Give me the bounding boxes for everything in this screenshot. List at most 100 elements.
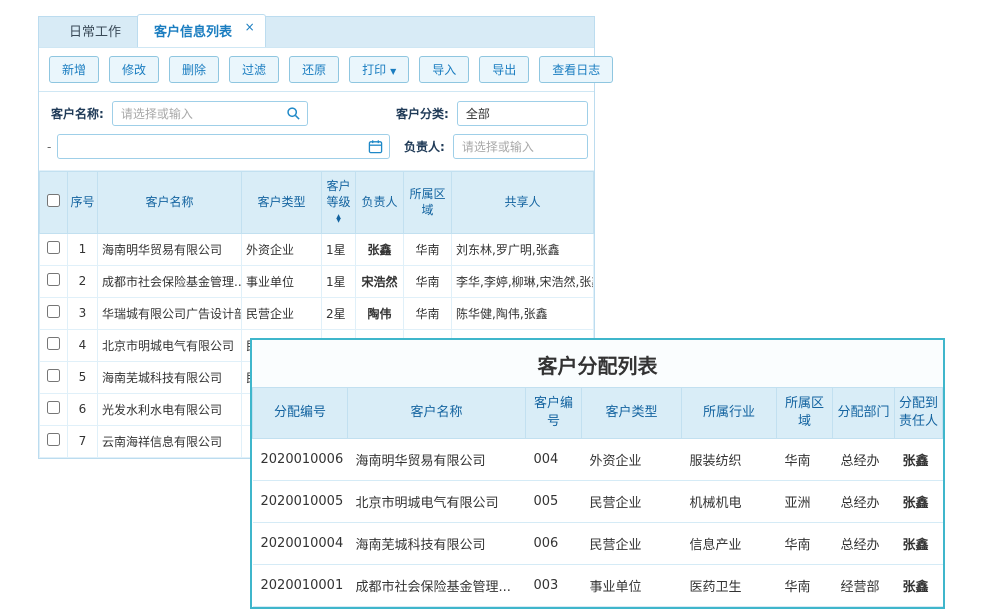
header-region: 所属区域 [777, 388, 833, 439]
customer-no-cell: 003 [526, 565, 582, 607]
print-button[interactable]: 打印▼ [349, 56, 409, 83]
region-cell: 华南 [404, 297, 452, 329]
assignee-link[interactable]: 张鑫 [895, 481, 943, 523]
industry-cell: 服装纺织 [682, 439, 777, 481]
row-number: 7 [68, 425, 98, 457]
edit-button[interactable]: 修改 [109, 56, 159, 83]
assignee-link[interactable]: 张鑫 [895, 439, 943, 481]
tab-label: 客户信息列表 [154, 25, 232, 40]
export-button[interactable]: 导出 [479, 56, 529, 83]
customer-no-cell: 005 [526, 481, 582, 523]
row-checkbox[interactable] [47, 369, 60, 382]
view-log-button[interactable]: 查看日志 [539, 56, 613, 83]
alloc-no-link[interactable]: 2020010005 [253, 481, 348, 523]
region-cell: 华南 [777, 439, 833, 481]
header-customer-type: 客户类型 [582, 388, 682, 439]
row-checkbox[interactable] [47, 401, 60, 414]
allocation-panel-title: 客户分配列表 [252, 340, 943, 387]
print-button-label: 打印 [362, 63, 386, 77]
customer-name-link[interactable]: 北京市明城电气有限公司 [98, 329, 242, 361]
restore-button[interactable]: 还原 [289, 56, 339, 83]
assignee-link[interactable]: 张鑫 [895, 523, 943, 565]
sort-icon[interactable]: ▲▼ [336, 215, 341, 223]
customer-name-link[interactable]: 云南海祥信息有限公司 [98, 425, 242, 457]
owner-link[interactable]: 宋浩然 [356, 265, 404, 297]
import-button[interactable]: 导入 [419, 56, 469, 83]
tab-daily-work[interactable]: 日常工作 [53, 15, 137, 47]
region-cell: 华南 [404, 265, 452, 297]
date-range-separator: - [47, 140, 51, 154]
customer-no-cell: 006 [526, 523, 582, 565]
filter-button[interactable]: 过滤 [229, 56, 279, 83]
assignee-link[interactable]: 张鑫 [895, 565, 943, 607]
customer-name-label: 客户名称: [51, 105, 104, 122]
customer-name-input[interactable] [112, 101, 308, 126]
row-checkbox[interactable] [47, 273, 60, 286]
table-row: 1 海南明华贸易有限公司 外资企业 1星 张鑫 华南 刘东林,罗广明,张鑫 [40, 233, 594, 265]
owner-link[interactable]: 陶伟 [356, 297, 404, 329]
header-customer-level-label: 客户等级 [326, 179, 350, 209]
calendar-icon[interactable] [368, 139, 383, 154]
filter-area: 客户名称: 客户分类: - [39, 92, 594, 171]
customer-type-cell: 民营企业 [242, 297, 322, 329]
header-industry: 所属行业 [682, 388, 777, 439]
tab-bar: 日常工作 客户信息列表 × [39, 17, 594, 48]
header-customer-type: 客户类型 [242, 172, 322, 234]
row-number: 6 [68, 393, 98, 425]
table-row: 2020010001 成都市社会保险基金管理... 003 事业单位 医药卫生 … [253, 565, 943, 607]
region-cell: 亚洲 [777, 481, 833, 523]
customer-name-link[interactable]: 北京市明城电气有限公司 [348, 481, 526, 523]
alloc-no-link[interactable]: 2020010001 [253, 565, 348, 607]
search-icon[interactable] [286, 106, 301, 121]
customer-type-cell: 民营企业 [582, 481, 682, 523]
header-customer-level: 客户等级 ▲▼ [322, 172, 356, 234]
owner-input[interactable] [453, 134, 588, 159]
customer-name-link[interactable]: 成都市社会保险基金管理... [348, 565, 526, 607]
row-checkbox[interactable] [47, 337, 60, 350]
header-select-all [40, 172, 68, 234]
header-dept: 分配部门 [833, 388, 895, 439]
alloc-no-link[interactable]: 2020010006 [253, 439, 348, 481]
tab-customer-info-list[interactable]: 客户信息列表 × [137, 14, 266, 47]
delete-button[interactable]: 删除 [169, 56, 219, 83]
header-assignee: 分配到责任人 [895, 388, 943, 439]
industry-cell: 机械机电 [682, 481, 777, 523]
customer-name-link[interactable]: 光发水利水电有限公司 [98, 393, 242, 425]
customer-name-link[interactable]: 海南芜城科技有限公司 [98, 361, 242, 393]
header-alloc-no: 分配编号 [253, 388, 348, 439]
row-number: 4 [68, 329, 98, 361]
owner-link[interactable]: 张鑫 [356, 233, 404, 265]
table-header-row: 序号 客户名称 客户类型 客户等级 ▲▼ 负责人 所属区域 共享人 [40, 172, 594, 234]
customer-name-link[interactable]: 成都市社会保险基金管理... [98, 265, 242, 297]
table-row: 3 华瑞城有限公司广告设计部 民营企业 2星 陶伟 华南 陈华健,陶伟,张鑫 [40, 297, 594, 329]
date-input[interactable] [57, 134, 390, 159]
region-cell: 华南 [777, 565, 833, 607]
table-row: 2 成都市社会保险基金管理... 事业单位 1星 宋浩然 华南 李华,李婷,柳琳… [40, 265, 594, 297]
customer-name-link[interactable]: 海南明华贸易有限公司 [98, 233, 242, 265]
row-checkbox[interactable] [47, 305, 60, 318]
customer-type-cell: 民营企业 [582, 523, 682, 565]
row-checkbox[interactable] [47, 433, 60, 446]
customer-name-link[interactable]: 华瑞城有限公司广告设计部 [98, 297, 242, 329]
table-row: 2020010005 北京市明城电气有限公司 005 民营企业 机械机电 亚洲 … [253, 481, 943, 523]
select-all-checkbox[interactable] [47, 194, 60, 207]
dept-cell: 经营部 [833, 565, 895, 607]
row-number: 5 [68, 361, 98, 393]
new-button[interactable]: 新增 [49, 56, 99, 83]
dept-cell: 总经办 [833, 481, 895, 523]
row-checkbox[interactable] [47, 241, 60, 254]
row-number: 1 [68, 233, 98, 265]
shared-cell: 陈华健,陶伟,张鑫 [452, 297, 594, 329]
customer-category-select[interactable] [457, 101, 588, 126]
header-owner: 负责人 [356, 172, 404, 234]
header-shared: 共享人 [452, 172, 594, 234]
customer-name-link[interactable]: 海南芜城科技有限公司 [348, 523, 526, 565]
alloc-no-link[interactable]: 2020010004 [253, 523, 348, 565]
customer-type-cell: 事业单位 [242, 265, 322, 297]
close-icon[interactable]: × [245, 20, 255, 34]
table-row: 2020010004 海南芜城科技有限公司 006 民营企业 信息产业 华南 总… [253, 523, 943, 565]
region-cell: 华南 [404, 233, 452, 265]
customer-type-cell: 外资企业 [582, 439, 682, 481]
customer-type-cell: 外资企业 [242, 233, 322, 265]
customer-name-link[interactable]: 海南明华贸易有限公司 [348, 439, 526, 481]
